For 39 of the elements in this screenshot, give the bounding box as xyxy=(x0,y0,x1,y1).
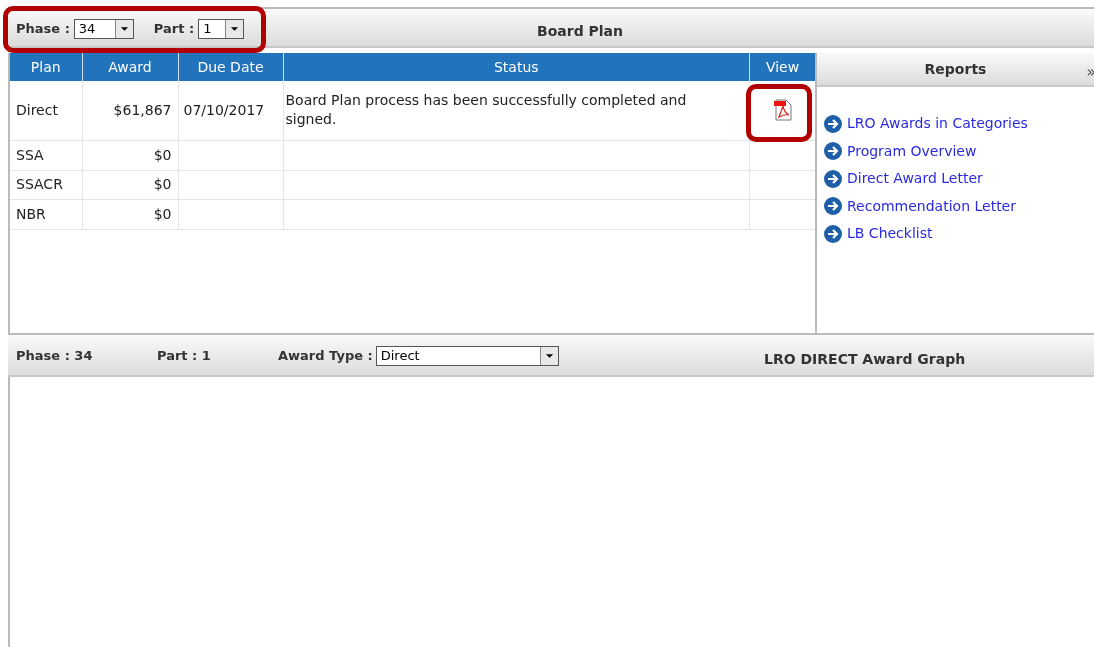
report-link[interactable]: LRO Awards in Categories xyxy=(847,113,1028,135)
panel-title: Reports xyxy=(924,59,987,79)
report-link[interactable]: Recommendation Letter xyxy=(847,195,1016,217)
graph-title: LRO DIRECT Award Graph xyxy=(764,350,966,369)
column-header: Plan xyxy=(10,53,82,81)
arrow-circle-icon xyxy=(823,196,843,217)
column-header: Status xyxy=(283,53,750,81)
arrow-circle-icon xyxy=(823,168,843,189)
arrow-circle-icon xyxy=(823,113,843,134)
table-cell: $0 xyxy=(82,199,178,229)
report-link[interactable]: LB Checklist xyxy=(847,223,933,245)
column-header: Due Date xyxy=(178,53,283,81)
phase-label: Phase : xyxy=(16,20,70,39)
award-type-label: Award Type : xyxy=(278,347,373,366)
pdf-file-icon[interactable] xyxy=(772,99,793,122)
table-cell: NBR xyxy=(10,199,82,229)
panel-title: Board Plan xyxy=(537,22,623,41)
table-cell: $61,867 xyxy=(82,81,178,140)
part-label: Part : xyxy=(153,20,195,39)
table-cell: SSA xyxy=(10,140,82,170)
column-header: View xyxy=(749,53,816,81)
table-cell: 07/10/2017 xyxy=(178,81,283,140)
part-dropdown[interactable]: 1 xyxy=(198,19,245,39)
arrow-circle-icon xyxy=(823,141,843,162)
table-cell: Board Plan process has been successfully completed and signed. xyxy=(283,81,750,140)
table-cell: $0 xyxy=(82,170,178,199)
collapse-button[interactable]: » xyxy=(1086,60,1094,84)
arrow-circle-icon xyxy=(823,223,843,244)
highlight-frame xyxy=(746,84,812,142)
award-type-dropdown[interactable]: Direct xyxy=(375,346,559,366)
phase-dropdown[interactable]: 34 xyxy=(73,19,134,39)
phase-label: Phase : 34 xyxy=(16,347,94,366)
table-cell: SSACR xyxy=(10,170,82,199)
table-cell: $0 xyxy=(82,140,178,170)
column-header: Award xyxy=(82,53,178,81)
report-link[interactable]: Program Overview xyxy=(847,140,977,162)
part-label: Part : 1 xyxy=(157,347,212,366)
table-cell: Direct xyxy=(10,81,82,140)
report-link[interactable]: Direct Award Letter xyxy=(847,168,983,190)
